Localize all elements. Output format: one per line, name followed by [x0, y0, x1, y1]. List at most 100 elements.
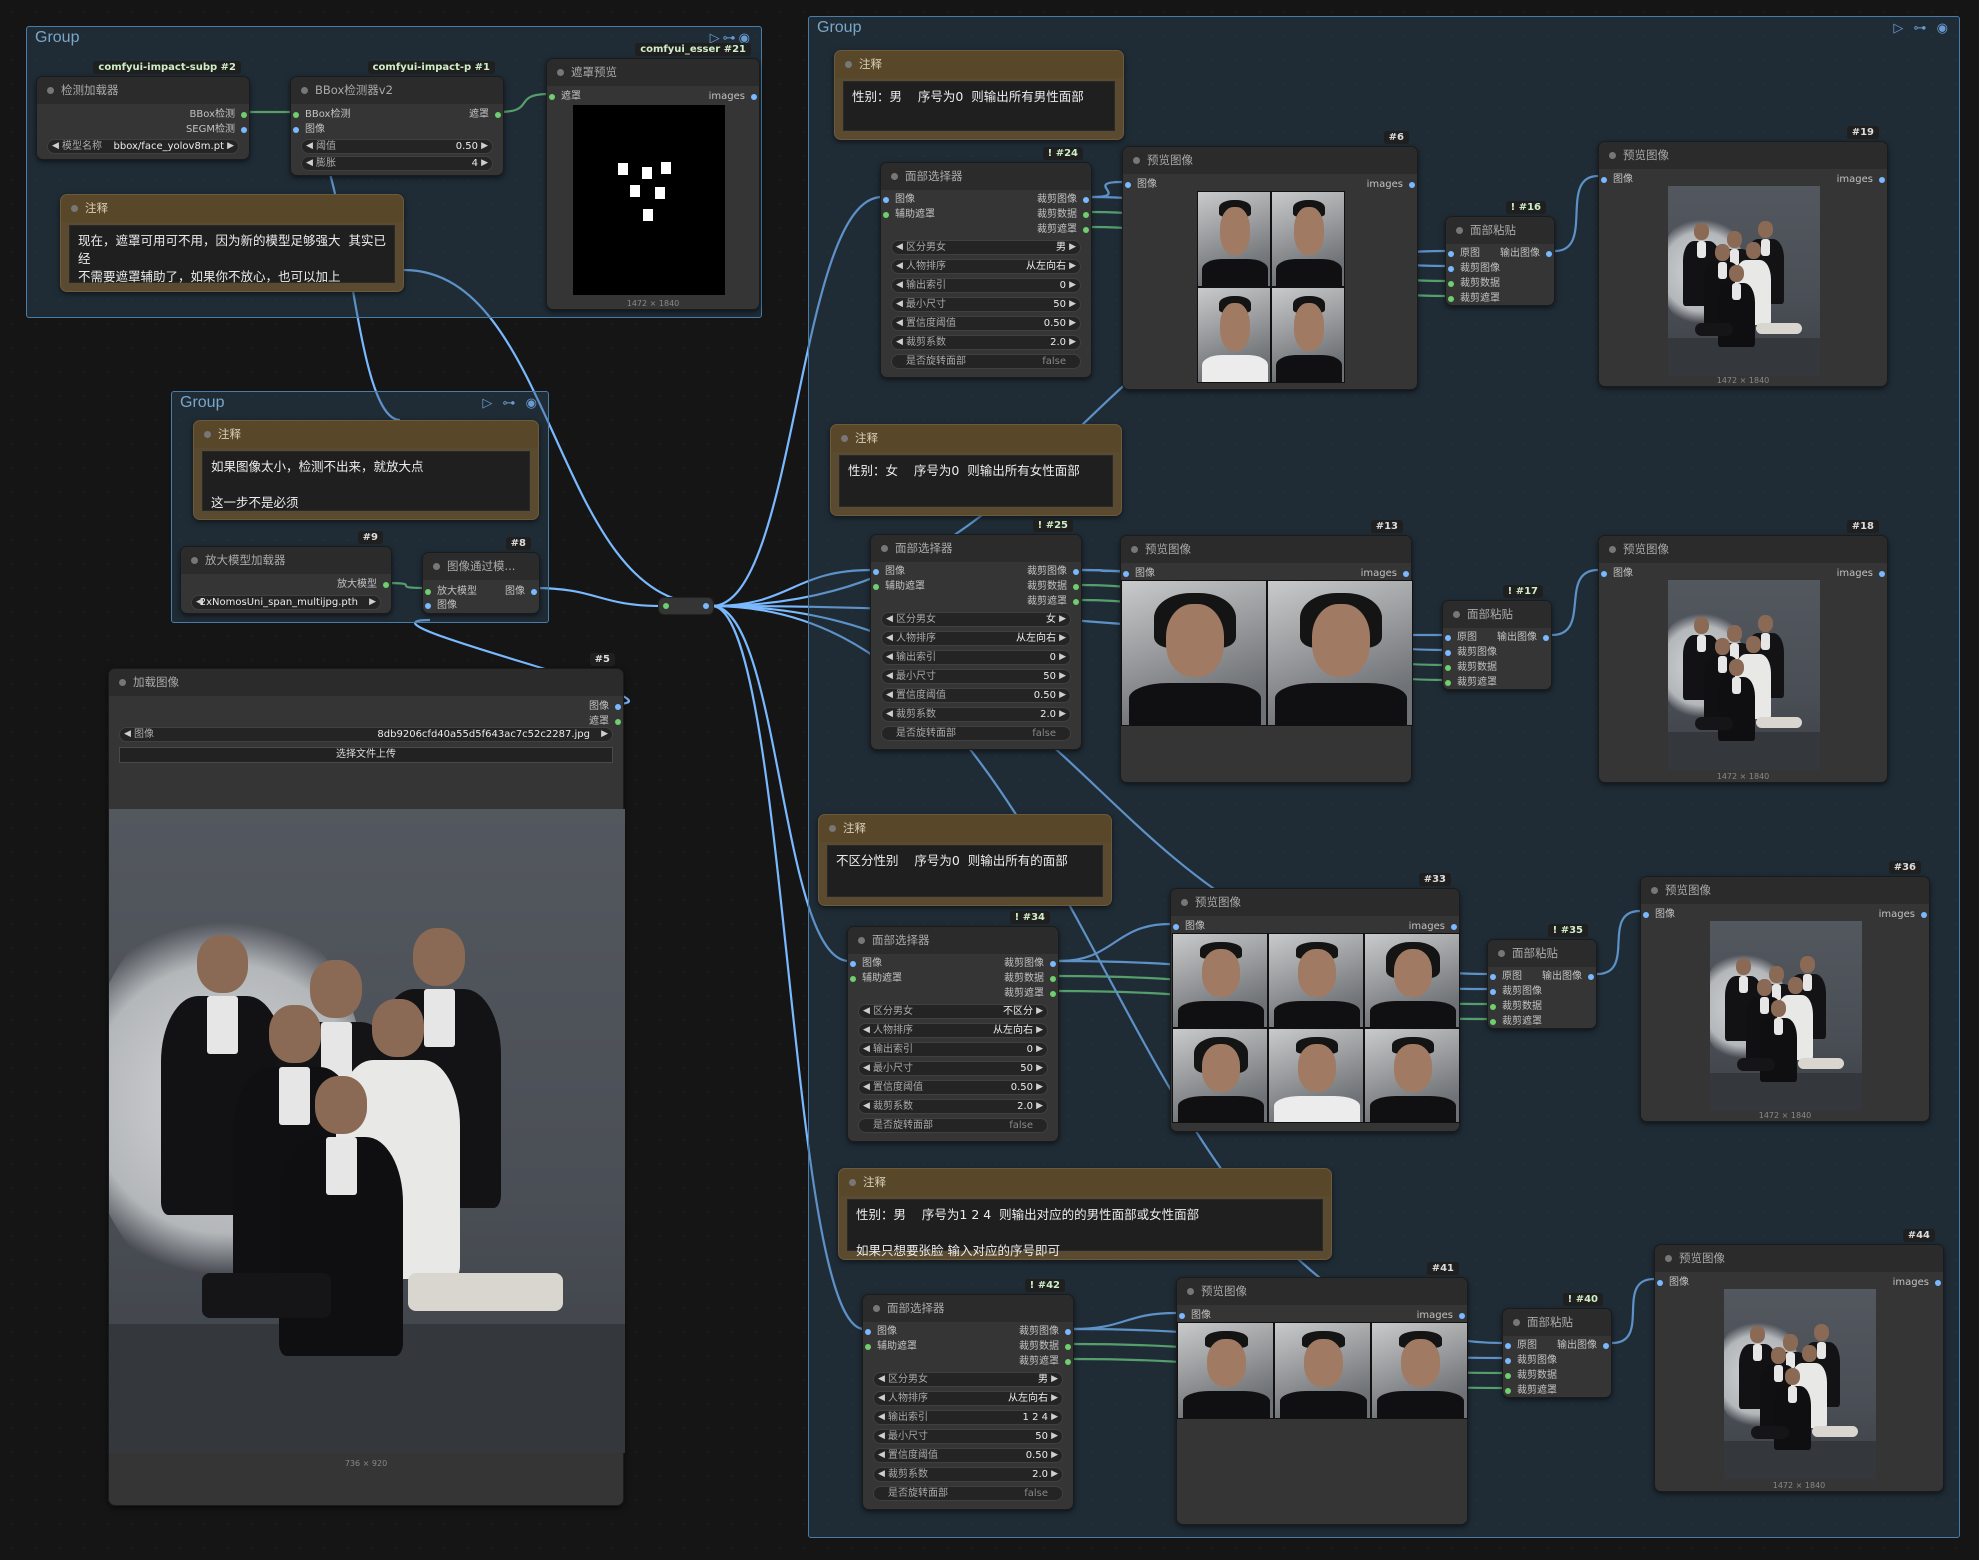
note-rule-3[interactable]: 注释 不区分性别 序号为0 则输出所有的面部 [818, 814, 1112, 906]
node-title[interactable]: 面部选择器 [881, 163, 1091, 190]
output-image[interactable]: 输出图像 [1557, 1340, 1611, 1352]
input-aux-mask[interactable]: 辅助遮罩 [848, 973, 902, 985]
face-selector-node-4[interactable]: ! #42 面部选择器 图像 辅助遮罩 裁剪图像 裁剪数据 裁剪遮罩 ◀ 区分男… [862, 1279, 1074, 1510]
node-title[interactable]: 面部粘贴 [1443, 601, 1551, 628]
arrow-left-icon[interactable]: ◀ [886, 670, 893, 683]
input-crop-mask[interactable]: 裁剪遮罩 [1446, 293, 1500, 305]
note-title[interactable]: 注释 [835, 51, 1123, 78]
input-image[interactable]: 图像 [1123, 179, 1157, 191]
face-paste-node-1[interactable]: ! #16 面部粘贴 原图 裁剪图像 裁剪数据 裁剪遮罩 输出图像 [1445, 201, 1555, 306]
output-images[interactable]: images [1417, 1310, 1467, 1322]
reroute-node[interactable] [658, 597, 714, 615]
arrow-left-icon[interactable]: ◀ [878, 1449, 885, 1462]
output-crop-mask[interactable]: 裁剪遮罩 [1004, 988, 1058, 1000]
bbox-detector-node[interactable]: comfyui-impact-p #1 BBox检测器v2 BBox检测 图像 … [290, 61, 504, 176]
input-image[interactable]: 图像 [291, 124, 325, 136]
note-title[interactable]: 注释 [194, 421, 538, 448]
widget-index[interactable]: ◀ 输出索引 0 ▶ [881, 650, 1071, 665]
dilation-widget[interactable]: ◀ 膨胀 4 ▶ [301, 156, 493, 171]
input-crop-image[interactable]: 裁剪图像 [1446, 263, 1500, 275]
output-images[interactable]: images [1893, 1277, 1943, 1289]
output-crop-data[interactable]: 裁剪数据 [1004, 973, 1058, 985]
preview-faces-node-2[interactable]: #13 预览图像 图像 images [1120, 520, 1413, 783]
arrow-left-icon[interactable]: ◀ [863, 1024, 870, 1037]
widget-rotate[interactable]: 是否旋转面部 false [858, 1118, 1048, 1133]
arrow-right-icon[interactable]: ▶ [1051, 1449, 1058, 1462]
node-title[interactable]: 预览图像 [1123, 147, 1417, 174]
arrow-left-icon[interactable]: ◀ [306, 140, 313, 153]
widget-gender[interactable]: ◀ 区分男女 不区分 ▶ [858, 1004, 1048, 1019]
face-selector-node-1[interactable]: ! #24 面部选择器 图像 辅助遮罩 裁剪图像 裁剪数据 裁剪遮罩 ◀ 区分男… [880, 147, 1092, 378]
output-crop-mask[interactable]: 裁剪遮罩 [1037, 224, 1091, 236]
arrow-right-icon[interactable]: ▶ [1069, 260, 1076, 273]
arrow-left-icon[interactable]: ◀ [863, 1100, 870, 1113]
input-aux-mask[interactable]: 辅助遮罩 [863, 1341, 917, 1353]
input-image[interactable]: 图像 [423, 600, 457, 612]
image-file-widget[interactable]: ◀ 图像 8db9206cfd40a55d5f643ac7c52c2287.jp… [119, 727, 613, 742]
arrow-left-icon[interactable]: ◀ [896, 279, 903, 292]
arrow-right-icon[interactable]: ▶ [481, 157, 488, 170]
node-title[interactable]: 面部选择器 [871, 535, 1081, 562]
group-controls[interactable]: ▷ ⊶ ◉ [482, 396, 540, 411]
note-rule-1[interactable]: 注释 性别：男 序号为0 则输出所有男性面部 [834, 50, 1124, 140]
load-image-node[interactable]: #5 加载图像 图像 遮罩 ◀ 图像 8db9206cfd40a55d5f643… [108, 653, 625, 1506]
arrow-left-icon[interactable]: ◀ [863, 1062, 870, 1075]
widget-conf[interactable]: ◀ 置信度阈值 0.50 ▶ [873, 1448, 1063, 1463]
upscale-model-widget[interactable]: ◀ 2xNomosUni_span_multijpg.pth ▶ [191, 595, 381, 610]
widget-rotate[interactable]: 是否旋转面部 false [881, 726, 1071, 741]
widget-minsize[interactable]: ◀ 最小尺寸 50 ▶ [881, 669, 1071, 684]
arrow-left-icon[interactable]: ◀ [863, 1043, 870, 1056]
upscale-image-node[interactable]: #8 图像通过模... 放大模型 图像 图像 [422, 537, 540, 614]
arrow-left-icon[interactable]: ◀ [878, 1468, 885, 1481]
node-title[interactable]: 放大模型加载器 [181, 547, 391, 574]
face-selector-node-3[interactable]: ! #34 面部选择器 图像 辅助遮罩 裁剪图像 裁剪数据 裁剪遮罩 ◀ 区分男… [847, 911, 1059, 1142]
arrow-left-icon[interactable]: ◀ [863, 1005, 870, 1018]
arrow-right-icon[interactable]: ▶ [1036, 1100, 1043, 1113]
arrow-right-icon[interactable]: ▶ [1036, 1005, 1043, 1018]
face-paste-node-3[interactable]: ! #35 面部粘贴 原图 裁剪图像 裁剪数据 裁剪遮罩 输出图像 [1487, 924, 1597, 1029]
arrow-right-icon[interactable]: ▶ [1069, 279, 1076, 292]
widget-order[interactable]: ◀ 人物排序 从左向右 ▶ [881, 631, 1071, 646]
output-crop-data[interactable]: 裁剪数据 [1037, 209, 1091, 221]
arrow-right-icon[interactable]: ▶ [1051, 1430, 1058, 1443]
output-image[interactable]: 输出图像 [1542, 971, 1596, 983]
preview-faces-node-4[interactable]: #41 预览图像 图像 images [1176, 1262, 1468, 1525]
node-title[interactable]: 遮罩预览 [547, 59, 759, 86]
arrow-right-icon[interactable]: ▶ [1059, 670, 1066, 683]
input-crop-mask[interactable]: 裁剪遮罩 [1503, 1385, 1557, 1397]
input-crop-data[interactable]: 裁剪数据 [1488, 1001, 1542, 1013]
input-image[interactable]: 图像 [1655, 1277, 1689, 1289]
widget-gender[interactable]: ◀ 区分男女 男 ▶ [873, 1372, 1063, 1387]
node-title[interactable]: BBox检测器v2 [291, 77, 503, 104]
input-crop-data[interactable]: 裁剪数据 [1446, 278, 1500, 290]
widget-gender[interactable]: ◀ 区分男女 男 ▶ [891, 240, 1081, 255]
node-title[interactable]: 预览图像 [1121, 536, 1411, 563]
arrow-right-icon[interactable]: ▶ [481, 140, 488, 153]
arrow-left-icon[interactable]: ◀ [896, 336, 903, 349]
input-image[interactable]: 图像 [1599, 568, 1633, 580]
upscale-loader-node[interactable]: #9 放大模型加载器 放大模型 ◀ 2xNomosUni_span_multij… [180, 531, 392, 614]
widget-minsize[interactable]: ◀ 最小尺寸 50 ▶ [891, 297, 1081, 312]
input-aux-mask[interactable]: 辅助遮罩 [881, 209, 935, 221]
node-title[interactable]: 预览图像 [1171, 889, 1459, 916]
output-crop-mask[interactable]: 裁剪遮罩 [1027, 596, 1081, 608]
node-title[interactable]: 图像通过模... [423, 553, 539, 580]
arrow-left-icon[interactable]: ◀ [896, 260, 903, 273]
output-images[interactable]: images [709, 91, 759, 103]
input-mask[interactable]: 遮罩 [547, 91, 581, 103]
input-original[interactable]: 原图 [1503, 1340, 1537, 1352]
output-crop-image[interactable]: 裁剪图像 [1004, 958, 1058, 970]
node-title[interactable]: 面部粘贴 [1488, 940, 1596, 967]
output-crop-data[interactable]: 裁剪数据 [1027, 581, 1081, 593]
preview-result-node-2[interactable]: #18 预览图像 图像 images 1472 × 1840 [1598, 520, 1888, 783]
input-image[interactable]: 图像 [848, 958, 882, 970]
input-image[interactable]: 图像 [863, 1326, 897, 1338]
note-text[interactable]: 性别：男 序号为0 则输出所有男性面部 [843, 81, 1115, 131]
input-crop-image[interactable]: 裁剪图像 [1488, 986, 1542, 998]
widget-conf[interactable]: ◀ 置信度阈值 0.50 ▶ [891, 316, 1081, 331]
node-title[interactable]: 预览图像 [1177, 1278, 1467, 1305]
widget-rotate[interactable]: 是否旋转面部 false [891, 354, 1081, 369]
output-image[interactable]: 图像 [589, 701, 623, 713]
widget-crop[interactable]: ◀ 裁剪系数 2.0 ▶ [891, 335, 1081, 350]
widget-index[interactable]: ◀ 输出索引 0 ▶ [891, 278, 1081, 293]
